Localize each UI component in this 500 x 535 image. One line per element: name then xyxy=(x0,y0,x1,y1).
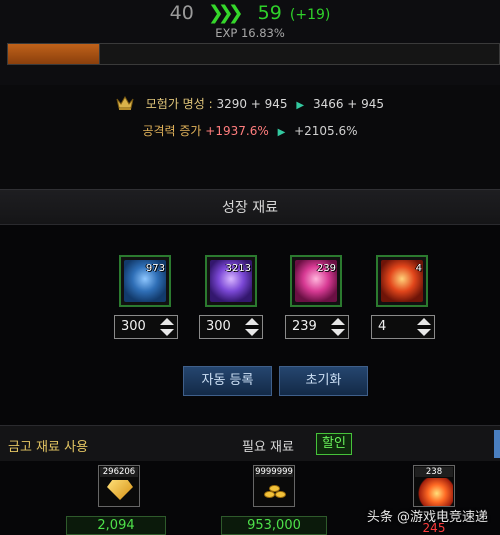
quantity-value[interactable]: 300 xyxy=(206,319,231,334)
section-title: 성장 재료 xyxy=(0,189,500,225)
materials-panel: 973 3213 239 4 300 300 239 4 자동 등록 초기화 xyxy=(0,225,500,425)
gold-coins-icon xyxy=(262,482,288,502)
fame-row: 모험가 명성 : 3290 + 945 ▶ 3466 + 945 xyxy=(0,95,500,112)
required-materials-label: 필요 재료 xyxy=(242,440,294,455)
reset-button[interactable]: 초기화 xyxy=(279,366,368,396)
material-count: 973 xyxy=(145,263,165,274)
fame-label: 모험가 명성 : xyxy=(145,97,213,111)
required-header: 금고 재료 사용 필요 재료 할인 xyxy=(0,425,500,461)
gold-gem-icon xyxy=(107,480,133,500)
material-count: 3213 xyxy=(225,263,251,274)
current-level: 40 xyxy=(169,2,194,24)
increment-icon[interactable] xyxy=(160,318,174,325)
exp-bar xyxy=(7,43,500,65)
watermark: 头条 @游戏电竞速递 xyxy=(366,510,488,525)
attack-current: +1937.6% xyxy=(205,124,269,138)
required-amount: 2,094 xyxy=(66,516,166,535)
auto-register-button[interactable]: 자동 등록 xyxy=(183,366,272,396)
attack-label: 공격력 증가 xyxy=(142,124,202,138)
increment-icon[interactable] xyxy=(245,318,259,325)
required-item-gold-coins: 9999999 xyxy=(253,465,295,507)
level-row: 40 ❯❯❯ 59 (+19) xyxy=(0,2,500,24)
quantity-stepper-fire[interactable]: 4 xyxy=(371,315,435,339)
quantity-value[interactable]: 239 xyxy=(292,319,317,334)
item-count: 9999999 xyxy=(255,467,293,477)
decrement-icon[interactable] xyxy=(160,329,174,336)
material-slot-pink[interactable]: 239 xyxy=(290,255,342,307)
required-item-fire-stone: 238 xyxy=(413,465,455,507)
required-item-gold-gem: 296206 xyxy=(98,465,140,507)
quantity-stepper-purple[interactable]: 300 xyxy=(199,315,263,339)
increment-icon[interactable] xyxy=(417,318,431,325)
item-count: 296206 xyxy=(100,467,138,477)
quantity-value[interactable]: 4 xyxy=(378,319,386,334)
material-slot-fire[interactable]: 4 xyxy=(376,255,428,307)
stats-panel: 모험가 명성 : 3290 + 945 ▶ 3466 + 945 공격력 증가 … xyxy=(0,85,500,189)
material-count: 4 xyxy=(415,263,422,274)
stepper-arrows[interactable] xyxy=(245,318,259,336)
stepper-arrows[interactable] xyxy=(331,318,345,336)
material-slot-blue[interactable]: 973 xyxy=(119,255,171,307)
attack-next: +2105.6% xyxy=(294,124,358,138)
stepper-arrows[interactable] xyxy=(417,318,431,336)
fame-value: 3290 + 945 xyxy=(216,97,288,111)
vault-materials-toggle[interactable]: 금고 재료 사용 xyxy=(8,436,88,455)
fame-next-value: 3466 + 945 xyxy=(312,97,385,111)
discount-badge: 할인 xyxy=(316,433,352,455)
decrement-icon[interactable] xyxy=(417,329,431,336)
increment-icon[interactable] xyxy=(331,318,345,325)
target-level: 59 xyxy=(257,2,282,24)
material-count: 239 xyxy=(316,263,336,274)
level-panel: 40 ❯❯❯ 59 (+19) EXP 16.83% xyxy=(0,0,500,85)
attack-row: 공격력 증가 +1937.6% ▶ +2105.6% xyxy=(0,122,500,139)
arrow-right-icon: ▶ xyxy=(277,127,286,138)
item-count: 238 xyxy=(415,467,453,477)
decrement-icon[interactable] xyxy=(331,329,345,336)
decrement-icon[interactable] xyxy=(245,329,259,336)
exp-text: EXP 16.83% xyxy=(215,26,285,40)
exp-bar-fill xyxy=(8,44,101,64)
stepper-arrows[interactable] xyxy=(160,318,174,336)
level-bonus: (+19) xyxy=(289,7,331,23)
crown-icon xyxy=(116,95,134,111)
arrow-right-icon: ▶ xyxy=(296,100,305,111)
quantity-stepper-blue[interactable]: 300 xyxy=(114,315,178,339)
quantity-stepper-pink[interactable]: 239 xyxy=(285,315,349,339)
material-slot-purple[interactable]: 3213 xyxy=(205,255,257,307)
fire-stone-icon xyxy=(417,478,453,506)
quantity-value[interactable]: 300 xyxy=(121,319,146,334)
side-tab[interactable] xyxy=(494,430,500,458)
double-arrow-icon: ❯❯❯ xyxy=(207,2,244,24)
required-amount: 953,000 xyxy=(221,516,327,535)
